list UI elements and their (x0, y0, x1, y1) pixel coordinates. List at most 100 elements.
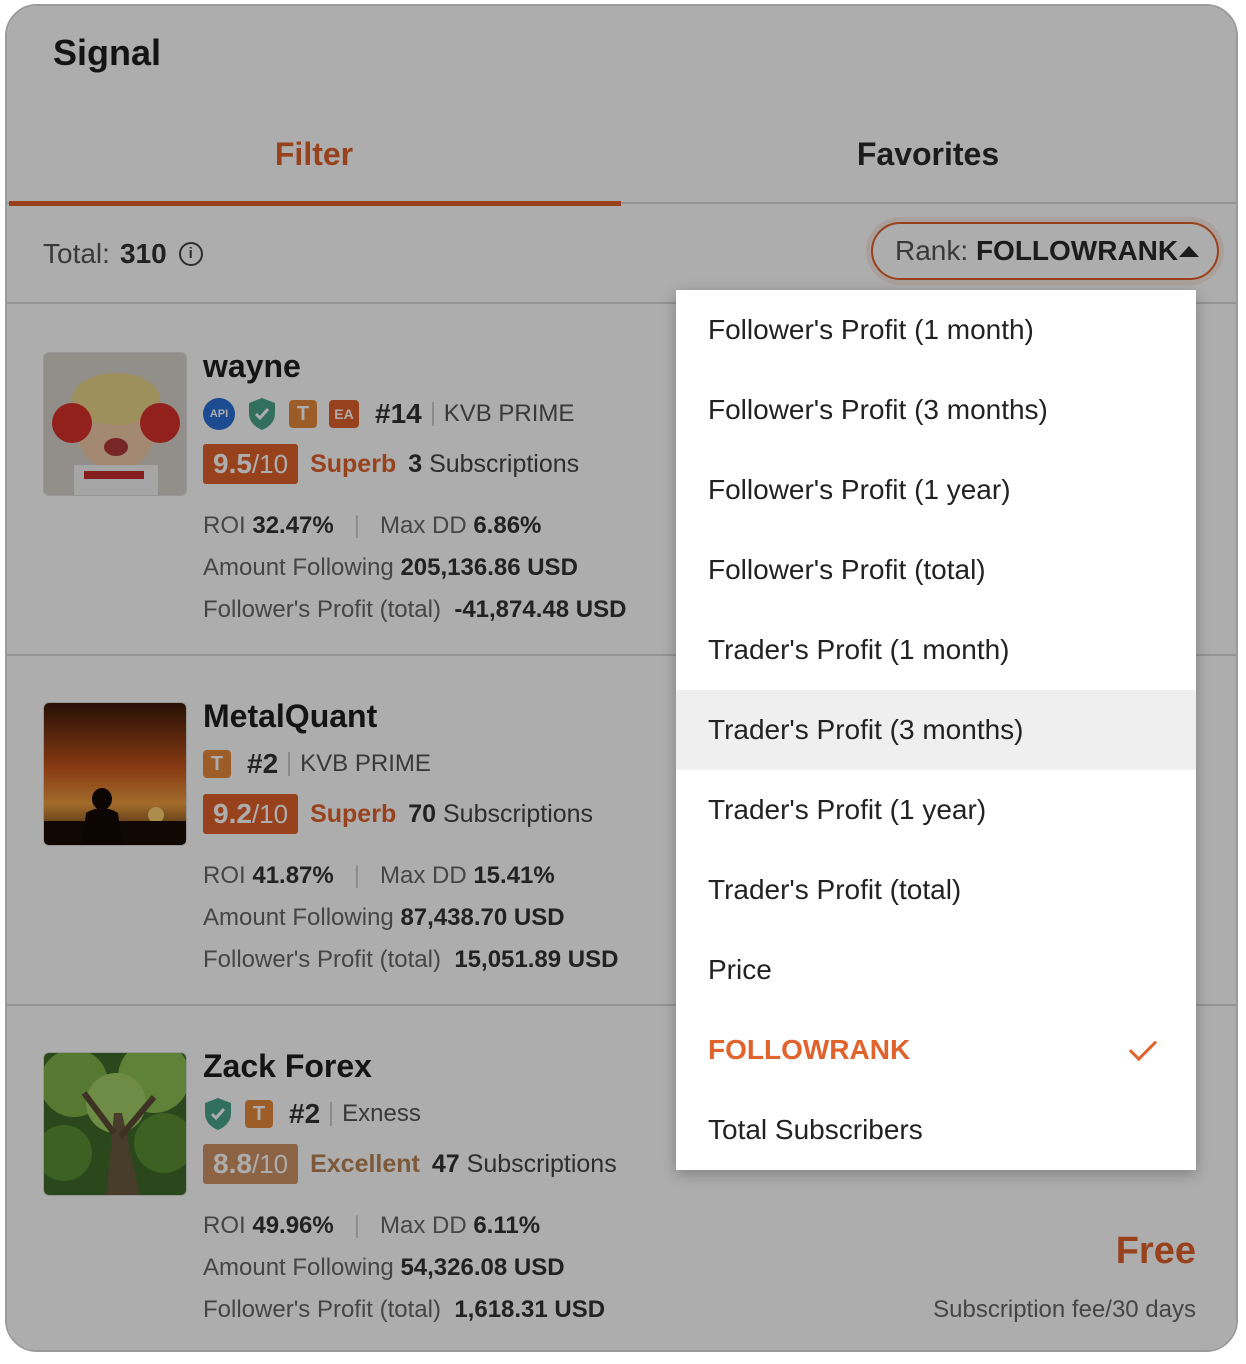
amount-label: Amount Following (203, 554, 394, 581)
amount-following-row: Amount Following 87,438.70 USD (203, 904, 565, 932)
maxdd-label: Max DD (379, 1212, 467, 1239)
rank-option-follower-profit-3m[interactable]: Follower's Profit (3 months) (676, 370, 1196, 450)
trader-t-badge-icon: T (245, 1100, 273, 1128)
tab-bar: Filter Favorites (7, 114, 1236, 206)
score-badge: 9.2/10 (203, 794, 299, 834)
score-max: /10 (251, 1149, 289, 1179)
total-count: Total: 310 i (43, 238, 203, 270)
follower-profit-row: Follower's Profit (total) 15,051.89 USD (203, 946, 618, 974)
divider: | (353, 1212, 360, 1239)
divider: | (353, 862, 360, 889)
subscriptions-label: Subscriptions (429, 449, 580, 478)
trader-rank: #2 (289, 1098, 321, 1129)
score-value: 8.8 (213, 1148, 252, 1179)
maxdd-value: 6.86% (473, 512, 542, 539)
roi-label: ROI (203, 512, 246, 539)
score-row: 9.2/10 Superb 70 Subscriptions (203, 794, 593, 834)
tab-filter-label: Filter (274, 136, 354, 172)
shield-check-icon (203, 1097, 233, 1131)
broker-name: KVB PRIME (431, 402, 574, 426)
rank-sort-dropdown[interactable]: Rank: FOLLOWRANK (871, 222, 1219, 280)
score-level: Excellent (310, 1149, 420, 1178)
follower-profit-row: Follower's Profit (total) -41,874.48 USD (203, 596, 626, 624)
roi-maxdd-row: ROI 41.87% | Max DD 15.41% (203, 862, 555, 890)
price-value: Free (1115, 1230, 1196, 1272)
broker-name: KVB PRIME (288, 752, 431, 776)
trader-t-badge-icon: T (203, 750, 231, 778)
list-toolbar: Total: 310 i Rank: FOLLOWRANK (7, 204, 1236, 304)
score-level: Superb (310, 799, 397, 828)
rank-option-follower-profit-1y[interactable]: Follower's Profit (1 year) (676, 450, 1196, 530)
score-max: /10 (251, 799, 289, 829)
rank-option-total-subscribers[interactable]: Total Subscribers (676, 1090, 1196, 1170)
info-icon[interactable]: i (178, 242, 203, 266)
rank-option-follower-profit-total[interactable]: Follower's Profit (total) (676, 530, 1196, 610)
rank-option-trader-profit-1m[interactable]: Trader's Profit (1 month) (676, 610, 1196, 690)
trader-rank: #2 (247, 748, 279, 779)
page-title: Signal (53, 32, 162, 73)
rank-option-follower-profit-1m[interactable]: Follower's Profit (1 month) (676, 290, 1196, 370)
tab-favorites[interactable]: Favorites (621, 114, 1235, 204)
shield-check-icon (247, 397, 277, 431)
trader-rank: #14 (375, 398, 422, 429)
maxdd-label: Max DD (379, 512, 467, 539)
trader-t-badge-icon: T (289, 400, 317, 428)
rank-option-followrank[interactable]: FOLLOWRANK (676, 1010, 1196, 1090)
maxdd-label: Max DD (379, 862, 467, 889)
avatar (43, 1052, 187, 1196)
tab-filter[interactable]: Filter (7, 114, 621, 206)
badge-row: T #2 KVB PRIME (203, 746, 431, 782)
score-row: 9.5/10 Superb 3 Subscriptions (203, 444, 579, 484)
roi-value: 32.47% (252, 512, 334, 539)
tab-favorites-label: Favorites (856, 136, 1000, 172)
total-value: 310 (119, 238, 167, 269)
profit-label: Follower's Profit (total) (203, 596, 441, 623)
broker-name: Exness (330, 1102, 421, 1126)
price-note: Subscription fee/30 days (933, 1296, 1196, 1323)
checkmark-icon (1128, 1032, 1158, 1062)
amount-value: 205,136.86 USD (400, 554, 578, 581)
subscriptions-count: 70 (408, 799, 437, 828)
badge-row: API T EA #14 KVB PRIME (203, 396, 574, 432)
profit-value: 1,618.31 USD (454, 1296, 606, 1323)
rank-option-trader-profit-1y[interactable]: Trader's Profit (1 year) (676, 770, 1196, 850)
rank-option-trader-profit-3m[interactable]: Trader's Profit (3 months) (676, 690, 1196, 770)
trader-name[interactable]: Zack Forex (203, 1048, 372, 1085)
amount-label: Amount Following (203, 904, 394, 931)
amount-value: 54,326.08 USD (400, 1254, 565, 1281)
badge-row: T #2 Exness (203, 1096, 421, 1132)
roi-maxdd-row: ROI 49.96% | Max DD 6.11% (203, 1212, 540, 1240)
api-badge-icon: API (203, 398, 235, 430)
rank-value: FOLLOWRANK (975, 235, 1179, 266)
roi-maxdd-row: ROI 32.47% | Max DD 6.86% (203, 512, 541, 540)
divider: | (353, 512, 360, 539)
subscriptions-count: 47 (431, 1149, 460, 1178)
subscriptions: 47 Subscriptions (432, 1150, 617, 1179)
score-value: 9.5 (213, 448, 252, 479)
score-row: 8.8/10 Excellent 47 Subscriptions (203, 1144, 617, 1184)
total-label: Total: (43, 238, 110, 269)
follower-profit-row: Follower's Profit (total) 1,618.31 USD (203, 1296, 605, 1324)
profit-label: Follower's Profit (total) (203, 946, 441, 973)
caret-up-icon (1179, 246, 1199, 257)
amount-following-row: Amount Following 54,326.08 USD (203, 1254, 565, 1282)
amount-label: Amount Following (203, 1254, 394, 1281)
amount-following-row: Amount Following 205,136.86 USD (203, 554, 578, 582)
score-value: 9.2 (213, 798, 252, 829)
rank-option-trader-profit-total[interactable]: Trader's Profit (total) (676, 850, 1196, 930)
profit-value: -41,874.48 USD (454, 596, 627, 623)
rank-option-price[interactable]: Price (676, 930, 1196, 1010)
rank-label: Rank: (895, 235, 969, 266)
trader-name[interactable]: wayne (203, 348, 301, 385)
maxdd-value: 15.41% (473, 862, 555, 889)
rank-option-followrank-label: FOLLOWRANK (708, 1034, 911, 1065)
profit-value: 15,051.89 USD (454, 946, 619, 973)
roi-label: ROI (203, 862, 246, 889)
trader-name[interactable]: MetalQuant (203, 698, 377, 735)
avatar (43, 352, 187, 496)
subscriptions-label: Subscriptions (442, 799, 594, 828)
roi-label: ROI (203, 1212, 246, 1239)
subscriptions-label: Subscriptions (466, 1149, 617, 1178)
avatar (43, 702, 187, 846)
subscriptions-count: 3 (408, 449, 423, 478)
